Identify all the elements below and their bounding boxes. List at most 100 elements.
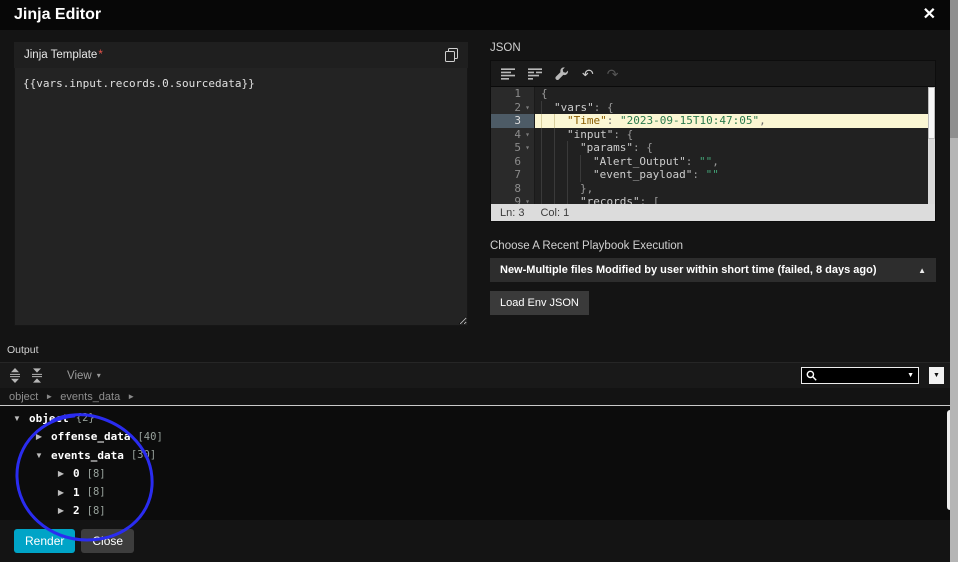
search-icon [806, 370, 817, 381]
json-panel: JSON ↶ ↷ 1{2 ▾ "vars": {3 "Time": "2023-… [490, 42, 936, 326]
breadcrumb-item[interactable]: events_data [60, 391, 120, 403]
line-number: 1 [491, 87, 535, 101]
fold-icon[interactable]: ▾ [521, 101, 534, 115]
repair-wrench-icon[interactable] [555, 66, 569, 81]
tree-node-count: [30] [130, 449, 157, 462]
tree-node-count: [8] [86, 486, 106, 499]
breadcrumb-separator-icon: ► [127, 392, 136, 401]
close-icon[interactable]: ✕ [923, 7, 936, 23]
code-line[interactable]: 8}, [491, 181, 935, 195]
copy-icon[interactable] [445, 48, 458, 62]
code-line[interactable]: 7 "event_payload": "" [491, 168, 935, 182]
output-section: Output View ▾ ▼ ▼ object ► events_data ► [0, 344, 958, 520]
jinja-template-input[interactable]: {{vars.input.records.0.sourcedata}} [14, 68, 468, 326]
line-number: 5 ▾ [491, 141, 535, 155]
code-line[interactable]: 9 ▾ "records": [ [491, 195, 935, 204]
search-caret-icon: ▼ [907, 372, 914, 379]
fold-icon[interactable]: ▾ [521, 195, 534, 204]
json-panel-label: JSON [490, 42, 521, 54]
json-editor: ↶ ↷ 1{2 ▾ "vars": {3 "Time": "2023-09-15T10… [490, 60, 936, 222]
caret-down-icon[interactable]: ▼ [12, 414, 22, 423]
tree-node-count: {2} [75, 412, 95, 425]
json-editor-scrollbar-thumb[interactable] [928, 87, 935, 139]
redo-icon: ↷ [606, 65, 619, 82]
tree-node-name[interactable]: 1 [73, 486, 80, 499]
code-line[interactable]: 2 ▾ "vars": { [491, 100, 935, 115]
code-line[interactable]: 6 "Alert_Output": "", [491, 154, 935, 168]
tree-node-name[interactable]: offense_data [51, 430, 130, 443]
view-dropdown[interactable]: View ▾ [67, 370, 101, 382]
json-code-lines: 1{2 ▾ "vars": {3 "Time": "2023-09-15T10:47:… [491, 87, 935, 204]
load-env-json-button[interactable]: Load Env JSON [490, 291, 589, 315]
view-dropdown-label: View [67, 369, 92, 382]
tree-node-name[interactable]: events_data [51, 449, 124, 462]
render-button[interactable]: Render [14, 529, 76, 553]
modal-titlebar: Jinja Editor ✕ [0, 0, 958, 30]
jinja-template-header: Jinja Template* [14, 42, 468, 68]
line-number: 9 ▾ [491, 195, 535, 204]
jinja-template-panel: Jinja Template* {{vars.input.records.0.s… [14, 42, 468, 326]
line-number: 7 [491, 168, 535, 182]
dropdown-caret-icon: ▲ [918, 265, 926, 275]
line-number: 2 ▾ [491, 100, 535, 115]
breadcrumb-separator-icon: ► [45, 392, 54, 401]
close-button[interactable]: Close [81, 529, 135, 553]
code-line[interactable]: 3 "Time": "2023-09-15T10:47:05", [491, 114, 935, 128]
tree-row[interactable]: ▶ 1 [8] [0, 483, 958, 502]
execution-label: Choose A Recent Playbook Execution [490, 240, 684, 252]
caret-down-icon[interactable]: ▼ [34, 451, 44, 460]
caret-right-icon[interactable]: ▶ [56, 469, 66, 478]
compact-icon[interactable] [528, 67, 542, 80]
playbook-execution-select[interactable]: New-Multiple files Modified by user with… [490, 258, 936, 282]
tree-node-name[interactable]: 0 [73, 467, 80, 480]
tree-node-name[interactable]: 2 [73, 504, 80, 517]
tree-node-count: [8] [86, 467, 106, 480]
jinja-editor-modal: Jinja Editor ✕ Jinja Template* {{vars.in… [0, 0, 958, 562]
line-number: 3 [491, 114, 535, 128]
expand-all-icon[interactable] [9, 368, 21, 383]
search-options-button[interactable]: ▼ [929, 367, 944, 384]
format-icon[interactable] [501, 67, 515, 80]
fold-icon[interactable]: ▾ [521, 141, 534, 155]
status-line: Ln: 3 [500, 206, 525, 219]
code-line[interactable]: 5 ▾ "params": { [491, 141, 935, 155]
status-col: Col: 1 [540, 206, 570, 219]
output-search-box[interactable]: ▼ [801, 367, 919, 384]
search-input[interactable] [821, 369, 904, 382]
page-scrollbar-thumb[interactable] [950, 0, 958, 138]
tree-row[interactable]: ▶ 2 [8] [0, 502, 958, 521]
code-line[interactable]: 4 ▾ "input": { [491, 127, 935, 142]
caret-right-icon[interactable]: ▶ [56, 488, 66, 497]
line-number: 8 [491, 181, 535, 195]
output-tree: ▼ object {2} ▶ offense_data [40] ▼ events_data [… [0, 406, 958, 520]
tree-row[interactable]: ▶ offense_data [40] [0, 428, 958, 447]
json-editor-toolbar: ↶ ↷ [491, 61, 935, 87]
line-number: 4 ▾ [491, 127, 535, 142]
tree-row[interactable]: ▶ 0 [8] [0, 465, 958, 484]
tree-node-count: [40] [137, 430, 163, 443]
fold-icon[interactable]: ▾ [521, 128, 534, 142]
collapse-all-icon[interactable] [31, 368, 43, 383]
tree-rows: ▼ object {2} ▶ offense_data [40] ▼ events_data [… [0, 409, 958, 520]
tree-row[interactable]: ▼ object {2} [0, 409, 958, 428]
caret-right-icon[interactable]: ▶ [34, 432, 44, 441]
json-editor-scrollbar[interactable] [928, 87, 935, 204]
output-label: Output [7, 344, 39, 356]
breadcrumb-item[interactable]: object [9, 391, 38, 403]
page-scrollbar[interactable] [950, 0, 958, 562]
undo-icon[interactable]: ↶ [582, 67, 594, 81]
code-line[interactable]: 1{ [491, 87, 935, 101]
tree-node-count: [8] [86, 504, 106, 517]
caret-right-icon[interactable]: ▶ [56, 506, 66, 515]
tree-row[interactable]: ▼ events_data [30] [0, 446, 958, 465]
required-marker: * [98, 49, 103, 61]
jinja-template-label: Jinja Template* [24, 49, 103, 61]
footer-actions: Render Close [0, 520, 958, 553]
editor-top-row: Jinja Template* {{vars.input.records.0.s… [0, 30, 958, 326]
json-editor-statusbar: Ln: 3 Col: 1 [491, 204, 935, 221]
execution-selected-value: New-Multiple files Modified by user with… [500, 264, 877, 276]
tree-node-name[interactable]: object [29, 412, 69, 425]
view-caret-icon: ▾ [96, 371, 101, 380]
page-title: Jinja Editor [14, 6, 102, 23]
json-code-area[interactable]: 1{2 ▾ "vars": {3 "Time": "2023-09-15T10:47:… [491, 87, 935, 204]
